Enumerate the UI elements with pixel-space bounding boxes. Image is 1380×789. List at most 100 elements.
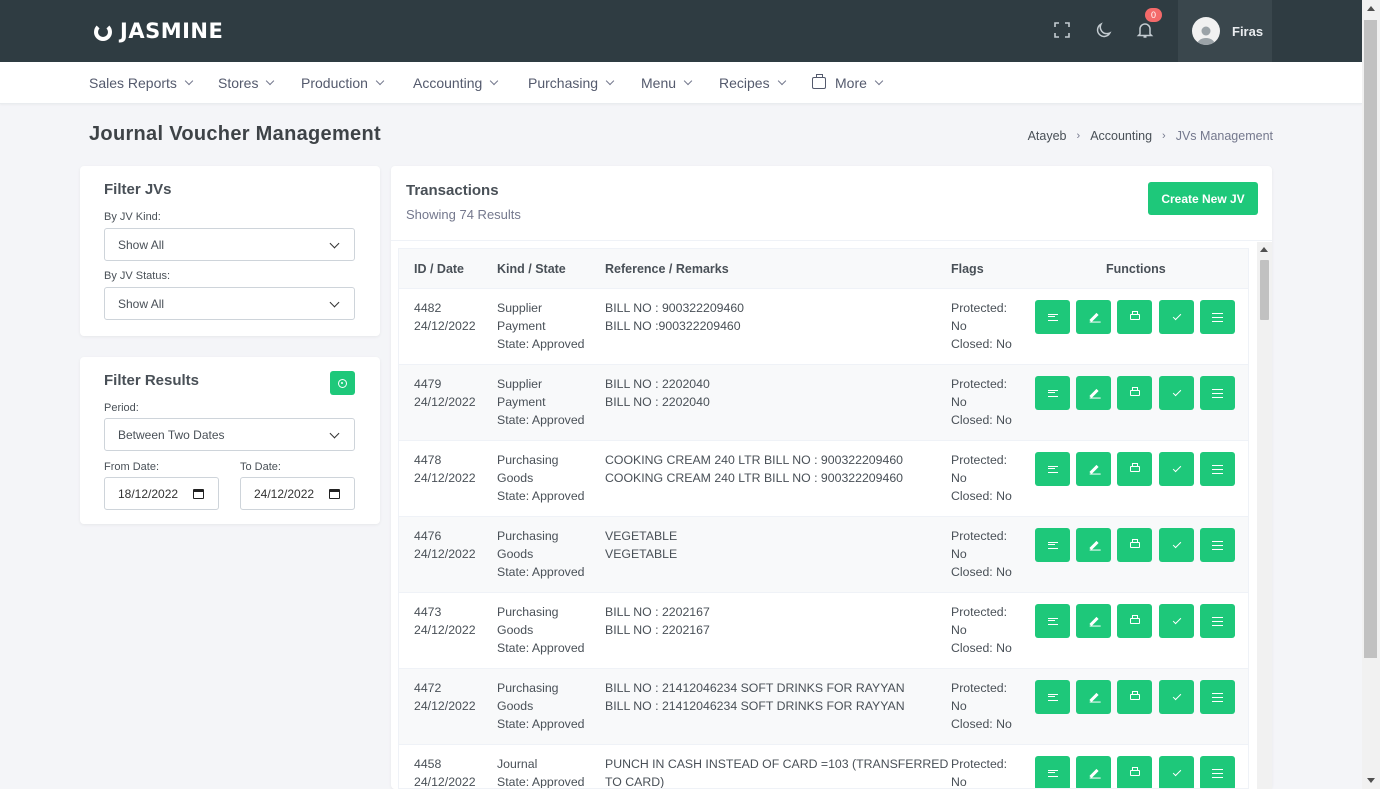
approve-button[interactable] xyxy=(1159,300,1194,334)
details-button[interactable] xyxy=(1035,528,1070,562)
settings-button[interactable] xyxy=(1200,300,1235,334)
edit-button[interactable] xyxy=(1076,756,1111,788)
table-scrollbar[interactable] xyxy=(1257,242,1272,789)
scroll-up-arrow-icon[interactable] xyxy=(1260,247,1268,252)
settings-button[interactable] xyxy=(1200,680,1235,714)
printer-icon xyxy=(1129,615,1140,624)
jv-kind: Purchasing xyxy=(497,681,559,695)
approve-button[interactable] xyxy=(1159,376,1194,410)
nav-accounting[interactable]: Accounting xyxy=(413,62,499,104)
edit-button[interactable] xyxy=(1076,604,1111,638)
settings-button[interactable] xyxy=(1200,376,1235,410)
nav-purchasing[interactable]: Purchasing xyxy=(528,62,615,104)
bell-icon[interactable] xyxy=(1134,19,1156,41)
jv-reference: BILL NO : 900322209460 xyxy=(605,301,745,315)
settings-button[interactable] xyxy=(1200,604,1235,638)
table-cell: COOKING CREAM 240 LTR BILL NO : 90032220… xyxy=(605,451,903,487)
table-row: 4473 24/12/2022 Purchasing Goods State: Appr… xyxy=(399,593,1248,669)
scroll-down-arrow-icon[interactable] xyxy=(1367,778,1375,783)
scrollbar-thumb[interactable] xyxy=(1364,20,1377,658)
table-cell: 4479 24/12/2022 xyxy=(414,375,476,411)
jv-flag: No xyxy=(951,319,967,333)
pencil-icon xyxy=(1088,464,1099,474)
edit-button[interactable] xyxy=(1076,376,1111,410)
printer-icon xyxy=(1129,767,1140,776)
settings-button[interactable] xyxy=(1200,528,1235,562)
breadcrumb-item[interactable]: Atayeb xyxy=(1028,129,1067,143)
print-button[interactable] xyxy=(1117,376,1152,410)
jv-kind: Purchasing xyxy=(497,605,559,619)
check-icon xyxy=(1172,767,1181,777)
date-value: 18/12/2022 xyxy=(118,486,179,501)
table-cell: BILL NO : 2202040 BILL NO : 2202040 xyxy=(605,375,710,411)
details-button[interactable] xyxy=(1035,604,1070,638)
jv-date: 24/12/2022 xyxy=(414,775,476,789)
nav-more[interactable]: More xyxy=(812,62,884,104)
approve-button[interactable] xyxy=(1159,756,1194,788)
nav-stores[interactable]: Stores xyxy=(218,62,275,104)
create-new-jv-button[interactable]: Create New JV xyxy=(1148,182,1258,215)
fullscreen-icon[interactable] xyxy=(1051,19,1073,41)
table-row: 4472 24/12/2022 Purchasing Goods State: Appr… xyxy=(399,669,1248,745)
jv-state: State: Approved xyxy=(497,717,585,731)
breadcrumb: Atayeb › Accounting › JVs Management xyxy=(1028,129,1273,143)
table-cell: PUNCH IN CASH INSTEAD OF CARD =103 (TRAN… xyxy=(605,755,948,788)
print-button[interactable] xyxy=(1117,680,1152,714)
period-select[interactable]: Between Two Dates xyxy=(104,418,355,451)
list-icon xyxy=(1047,389,1058,397)
approve-button[interactable] xyxy=(1159,680,1194,714)
print-button[interactable] xyxy=(1117,528,1152,562)
settings-button[interactable] xyxy=(1200,756,1235,788)
jv-flag: Protected: xyxy=(951,453,1008,467)
breadcrumb-item[interactable]: Accounting xyxy=(1090,129,1152,143)
list-icon xyxy=(1047,693,1058,701)
pencil-icon xyxy=(1088,616,1099,626)
nav-menu[interactable]: Menu xyxy=(641,62,693,104)
jv-kind: Purchasing xyxy=(497,453,559,467)
scroll-up-arrow-icon[interactable] xyxy=(1367,6,1375,11)
details-button[interactable] xyxy=(1035,376,1070,410)
details-button[interactable] xyxy=(1035,300,1070,334)
apply-filter-button[interactable] xyxy=(330,371,355,395)
approve-button[interactable] xyxy=(1159,452,1194,486)
jv-state: State: Approved xyxy=(497,565,585,579)
jv-remarks: BILL NO : 21412046234 SOFT DRINKS FOR RA… xyxy=(605,699,905,713)
table-cell: VEGETABLE VEGETABLE xyxy=(605,527,677,563)
jv-date: 24/12/2022 xyxy=(414,699,476,713)
scrollbar-thumb[interactable] xyxy=(1260,260,1269,320)
print-button[interactable] xyxy=(1117,756,1152,788)
details-button[interactable] xyxy=(1035,756,1070,788)
calendar-icon[interactable] xyxy=(193,489,204,499)
nav-sales-reports[interactable]: Sales Reports xyxy=(89,62,194,104)
table-cell: Supplier Payment State: Approved xyxy=(497,299,585,353)
nav-recipes[interactable]: Recipes xyxy=(719,62,786,104)
jv-kind-select[interactable]: Show All xyxy=(104,228,355,261)
print-button[interactable] xyxy=(1117,452,1152,486)
details-button[interactable] xyxy=(1035,680,1070,714)
settings-button[interactable] xyxy=(1200,452,1235,486)
calendar-icon[interactable] xyxy=(329,489,340,499)
dark-mode-moon-icon[interactable] xyxy=(1093,19,1115,41)
approve-button[interactable] xyxy=(1159,528,1194,562)
edit-button[interactable] xyxy=(1076,452,1111,486)
breadcrumb-item-current: JVs Management xyxy=(1175,129,1273,143)
user-menu[interactable]: Firas xyxy=(1178,0,1272,62)
from-date-input[interactable]: 18/12/2022 xyxy=(104,477,219,510)
sliders-icon xyxy=(1212,692,1223,702)
approve-button[interactable] xyxy=(1159,604,1194,638)
details-button[interactable] xyxy=(1035,452,1070,486)
edit-button[interactable] xyxy=(1076,680,1111,714)
table-cell: Supplier Payment State: Approved xyxy=(497,375,585,429)
jv-status-select[interactable]: Show All xyxy=(104,287,355,320)
page-scrollbar[interactable] xyxy=(1362,0,1380,789)
to-date-input[interactable]: 24/12/2022 xyxy=(240,477,355,510)
brand-logo[interactable]: JASMINE xyxy=(94,17,223,45)
top-bar: JASMINE 0 Firas xyxy=(0,0,1362,62)
card-title: Filter JVs xyxy=(104,181,172,198)
print-button[interactable] xyxy=(1117,604,1152,638)
edit-button[interactable] xyxy=(1076,300,1111,334)
nav-production[interactable]: Production xyxy=(301,62,385,104)
print-button[interactable] xyxy=(1117,300,1152,334)
table-cell: Protected: No xyxy=(951,755,1007,788)
edit-button[interactable] xyxy=(1076,528,1111,562)
